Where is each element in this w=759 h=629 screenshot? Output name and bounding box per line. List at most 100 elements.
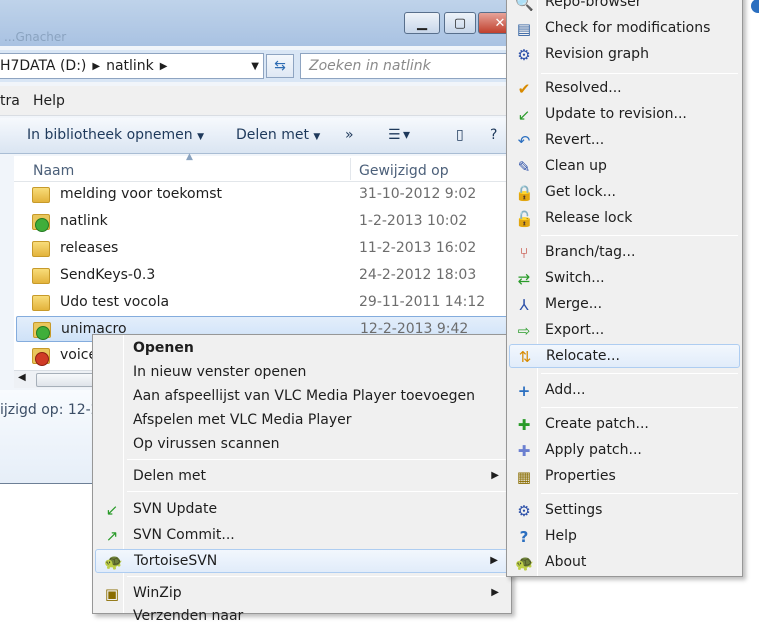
menu-item-get-lock[interactable]: 🔒 Get lock... xyxy=(509,181,740,205)
tortoisesvn-submenu: 🔍 Repo-browser ▤ Check for modifications ⚙… xyxy=(506,0,743,577)
breadcrumb-natlink[interactable]: natlink xyxy=(106,58,154,74)
search-input[interactable]: Zoeken in natlink xyxy=(300,53,516,79)
preview-pane-icon[interactable]: ▯ xyxy=(456,127,464,143)
create-patch-icon: ✚ xyxy=(517,416,531,434)
menu-item-clean-up[interactable]: ✎ Clean up xyxy=(509,155,740,179)
menu-item-label: Aan afspeellijst van VLC Media Player to… xyxy=(133,388,475,404)
menu-item-label: Check for modifications xyxy=(545,20,711,36)
file-date: 31-10-2012 9:02 xyxy=(359,186,477,202)
menu-item-vlc-playlist[interactable]: Aan afspeellijst van VLC Media Player to… xyxy=(95,385,509,409)
menu-item-label: Settings xyxy=(545,502,603,518)
menu-item-label: Release lock xyxy=(545,210,633,226)
menu-item-branch-tag[interactable]: ⑂ Branch/tag... xyxy=(509,241,740,265)
menu-item-help[interactable]: ? Help xyxy=(509,525,740,549)
export-icon: ⇨ xyxy=(517,322,531,340)
minimize-button[interactable]: ▁ xyxy=(404,12,440,34)
chevron-right-icon[interactable]: ▶ xyxy=(160,61,168,72)
folder-icon xyxy=(32,187,50,203)
file-row[interactable]: Udo test vocola 29-11-2011 14:12 xyxy=(16,290,516,316)
file-row[interactable]: releases 11-2-2013 16:02 xyxy=(16,236,516,262)
navigation-pane xyxy=(0,156,14,386)
breadcrumb-drive[interactable]: H7DATA (D:) xyxy=(0,58,86,74)
refresh-button[interactable]: ⇆ xyxy=(266,54,294,78)
menu-item-merge[interactable]: ⅄ Merge... xyxy=(509,293,740,317)
menu-item-relocate[interactable]: ⇅ Relocate... xyxy=(509,344,740,368)
menu-separator xyxy=(541,373,738,374)
repo-browser-icon: 🔍 xyxy=(515,0,534,12)
menu-item-release-lock[interactable]: 🔓 Release lock xyxy=(509,207,740,231)
chevron-down-icon[interactable]: ▼ xyxy=(251,61,259,72)
menu-item-about[interactable]: 🐢 About xyxy=(509,551,740,575)
menu-item-export[interactable]: ⇨ Export... xyxy=(509,319,740,343)
menu-item-label: Export... xyxy=(545,322,605,338)
apply-patch-icon: ✚ xyxy=(517,442,531,460)
column-modified[interactable]: Gewijzigd op xyxy=(359,163,449,179)
menu-item-tortoisesvn[interactable]: 🐢 TortoiseSVN ▶ xyxy=(95,549,509,573)
menu-item-svn-update[interactable]: ↙ SVN Update xyxy=(95,498,509,522)
file-date: 24-2-2012 18:03 xyxy=(359,267,477,283)
view-options-icon[interactable]: ☰ ▾ xyxy=(388,127,410,143)
revision-graph-icon: ⚙ xyxy=(517,46,531,64)
context-menu: Openen In nieuw venster openen Aan afspe… xyxy=(92,334,512,624)
scroll-left-icon[interactable]: ◀ xyxy=(18,372,26,383)
chevron-right-icon[interactable]: ▶ xyxy=(92,61,100,72)
menu-item-repo-browser[interactable]: 🔍 Repo-browser xyxy=(509,0,740,15)
menu-item-label: Get lock... xyxy=(545,184,617,200)
menu-item-update-revision[interactable]: ↙ Update to revision... xyxy=(509,103,740,127)
menu-separator xyxy=(541,407,738,408)
include-library-button[interactable]: In bibliotheek opnemen ▼ xyxy=(27,127,204,143)
menu-item-check-modifications[interactable]: ▤ Check for modifications xyxy=(509,17,740,41)
address-row: H7DATA (D:) ▶ natlink ▶ ▼ ⇆ Zoeken in na… xyxy=(0,50,519,82)
menu-item-label: Clean up xyxy=(545,158,607,174)
menu-item-label: Switch... xyxy=(545,270,605,286)
file-row[interactable]: melding voor toekomst 31-10-2012 9:02 xyxy=(16,182,516,208)
menu-item-label: Repo-browser xyxy=(545,0,642,10)
menu-item-label: Relocate... xyxy=(546,348,620,364)
help-circle-icon[interactable]: ? xyxy=(490,127,497,143)
menu-item-label: Revision graph xyxy=(545,46,649,62)
menu-item-virus-scan[interactable]: Op virussen scannen xyxy=(95,433,509,457)
menu-help[interactable]: Help xyxy=(33,93,65,109)
menu-separator xyxy=(127,491,507,492)
menu-item-settings[interactable]: ⚙ Settings xyxy=(509,499,740,523)
menu-item-switch[interactable]: ⇄ Switch... xyxy=(509,267,740,291)
column-separator[interactable] xyxy=(350,158,351,180)
menu-separator xyxy=(127,576,507,577)
menu-item-revision-graph[interactable]: ⚙ Revision graph xyxy=(509,43,740,67)
menu-item-create-patch[interactable]: ✚ Create patch... xyxy=(509,413,740,437)
menu-separator xyxy=(541,235,738,236)
folder-icon xyxy=(32,295,50,311)
menu-item-vlc-play[interactable]: Afspelen met VLC Media Player xyxy=(95,409,509,433)
check-modifications-icon: ▤ xyxy=(516,20,532,38)
menu-item-winzip[interactable]: ▣ WinZip ▶ xyxy=(95,582,509,606)
file-date: 11-2-2013 16:02 xyxy=(359,240,477,256)
address-bar[interactable]: H7DATA (D:) ▶ natlink ▶ ▼ xyxy=(0,53,264,79)
menu-item-open[interactable]: Openen xyxy=(95,337,509,361)
menu-item-add[interactable]: + Add... xyxy=(509,379,740,403)
menu-item-apply-patch[interactable]: ✚ Apply patch... xyxy=(509,439,740,463)
column-name[interactable]: Naam xyxy=(33,163,74,179)
menu-item-open-new-window[interactable]: In nieuw venster openen xyxy=(95,361,509,385)
edge-help-icon xyxy=(746,0,759,18)
share-with-button[interactable]: Delen met ▼ xyxy=(236,127,320,143)
svn-ok-folder-icon xyxy=(33,322,51,340)
more-button[interactable]: » xyxy=(345,127,354,143)
menu-extra[interactable]: tra xyxy=(0,93,20,109)
title-bar[interactable]: ...Gnacher ▁ ▢ ✕ xyxy=(0,0,519,46)
menu-item-label: Update to revision... xyxy=(545,106,687,122)
file-row[interactable]: SendKeys-0.3 24-2-2012 18:03 xyxy=(16,263,516,289)
file-row[interactable]: natlink 1-2-2013 10:02 xyxy=(16,209,516,235)
menu-item-revert[interactable]: ↶ Revert... xyxy=(509,129,740,153)
menu-item-resolved[interactable]: ✔ Resolved... xyxy=(509,77,740,101)
menu-separator xyxy=(541,493,738,494)
merge-icon: ⅄ xyxy=(519,296,529,314)
tortoise-icon: 🐢 xyxy=(104,553,123,571)
window-title: ...Gnacher xyxy=(4,30,67,44)
maximize-button[interactable]: ▢ xyxy=(444,12,476,34)
menu-item-svn-commit[interactable]: ↗ SVN Commit... xyxy=(95,524,509,548)
menu-item-send-to[interactable]: Verzenden naar xyxy=(95,605,509,629)
menu-item-properties[interactable]: ▦ Properties xyxy=(509,465,740,489)
file-date: 29-11-2011 14:12 xyxy=(359,294,486,310)
menu-item-share-with[interactable]: Delen met ▶ xyxy=(95,465,509,489)
file-name: natlink xyxy=(60,213,108,229)
